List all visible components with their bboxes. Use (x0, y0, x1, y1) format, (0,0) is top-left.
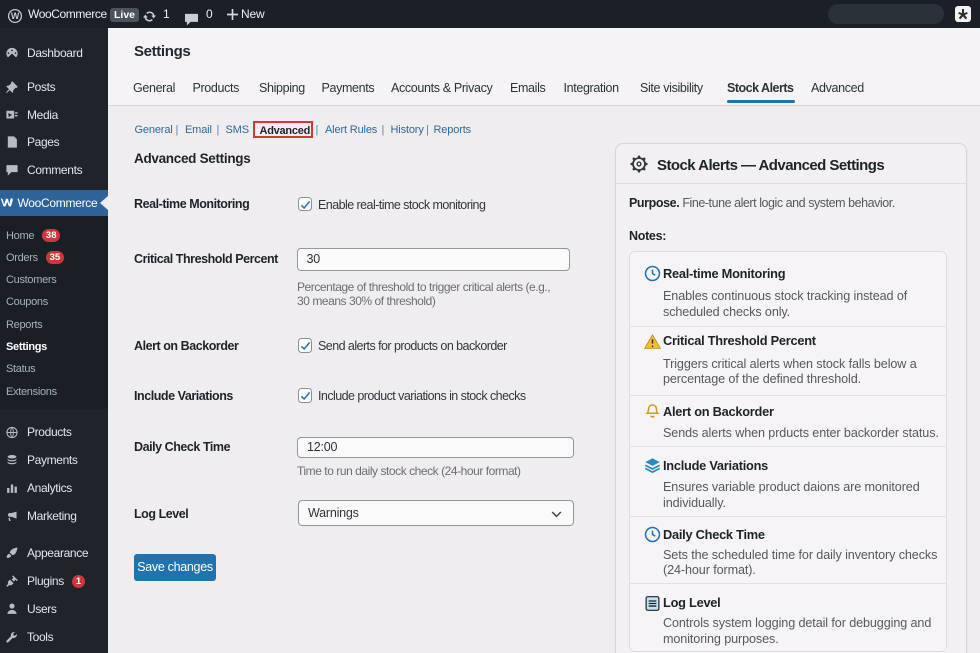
svg-text:W: W (11, 11, 20, 21)
